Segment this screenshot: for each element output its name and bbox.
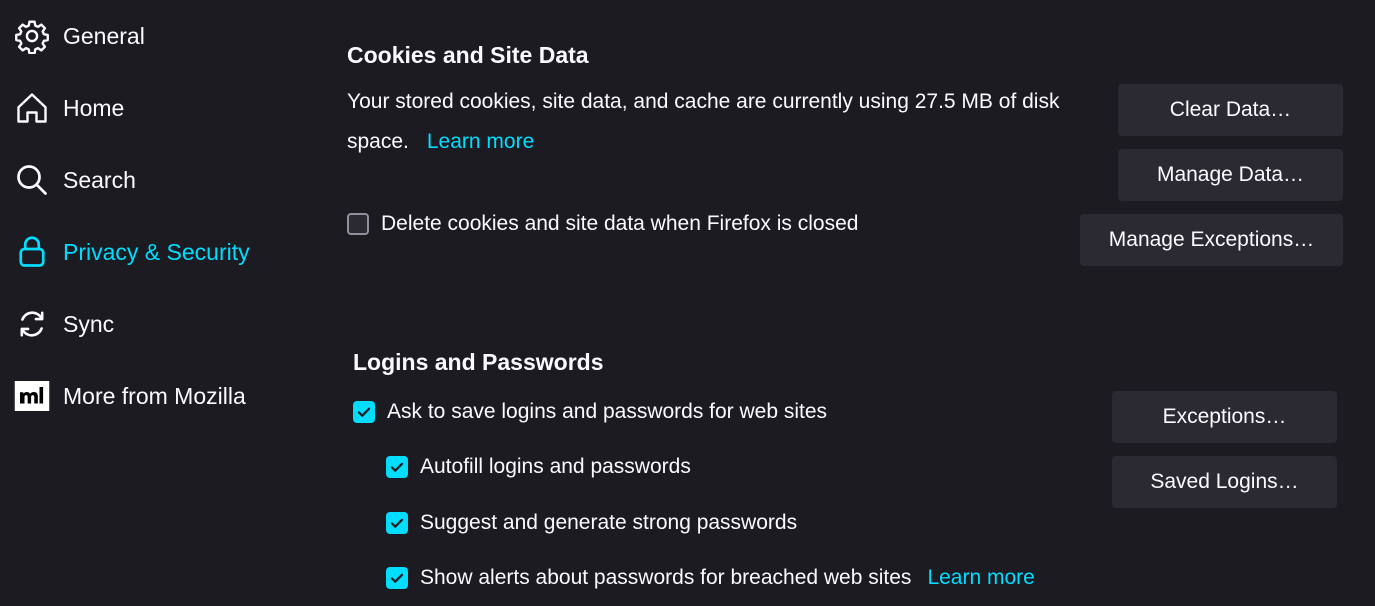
manage-exceptions-button[interactable]: Manage Exceptions… xyxy=(1080,214,1343,266)
delete-cookies-checkbox[interactable] xyxy=(347,213,369,235)
suggest-passwords-row[interactable]: Suggest and generate strong passwords xyxy=(386,511,797,535)
home-icon xyxy=(14,90,50,126)
sidebar-item-privacy-security[interactable]: Privacy & Security xyxy=(14,232,250,272)
autofill-checkbox[interactable] xyxy=(386,456,408,478)
sidebar-item-home[interactable]: Home xyxy=(14,88,124,128)
suggest-passwords-label: Suggest and generate strong passwords xyxy=(420,511,798,534)
ask-to-save-row[interactable]: Ask to save logins and passwords for web… xyxy=(353,400,827,424)
sync-icon xyxy=(14,306,50,342)
autofill-row[interactable]: Autofill logins and passwords xyxy=(386,455,691,479)
sidebar-item-label: Sync xyxy=(63,310,115,337)
ask-to-save-label: Ask to save logins and passwords for web… xyxy=(387,400,828,423)
breach-alerts-learn-more-link[interactable]: Learn more xyxy=(927,566,1034,590)
sidebar-item-label: Search xyxy=(63,166,136,193)
suggest-passwords-checkbox[interactable] xyxy=(386,512,408,534)
ask-to-save-checkbox[interactable] xyxy=(353,401,375,423)
checkmark-icon xyxy=(390,462,404,472)
sidebar-item-search[interactable]: Search xyxy=(14,160,136,200)
sidebar-item-label: General xyxy=(63,22,145,49)
breach-alerts-row[interactable]: Show alerts about passwords for breached… xyxy=(386,566,1035,590)
clear-data-button[interactable]: Clear Data… xyxy=(1118,84,1343,136)
sidebar-item-general[interactable]: General xyxy=(14,16,145,56)
logins-section-title: Logins and Passwords xyxy=(353,349,604,375)
checkmark-icon xyxy=(390,518,404,528)
gear-icon xyxy=(14,18,50,54)
cookies-section-title: Cookies and Site Data xyxy=(347,42,589,68)
sidebar-item-label: More from Mozilla xyxy=(63,382,246,409)
cookies-description: Your stored cookies, site data, and cach… xyxy=(347,82,1067,162)
sidebar: General Home Search Privacy & Security S… xyxy=(0,0,300,606)
logins-exceptions-button[interactable]: Exceptions… xyxy=(1112,391,1337,443)
delete-cookies-label: Delete cookies and site data when Firefo… xyxy=(381,212,859,235)
autofill-label: Autofill logins and passwords xyxy=(420,455,691,478)
sidebar-item-more-from-mozilla[interactable]: More from Mozilla xyxy=(14,376,246,416)
checkmark-icon xyxy=(390,573,404,583)
search-icon xyxy=(14,162,50,198)
lock-icon xyxy=(14,234,50,270)
sidebar-item-label: Home xyxy=(63,94,125,121)
mozilla-icon xyxy=(14,378,50,414)
cookies-learn-more-link[interactable]: Learn more xyxy=(427,130,534,153)
sidebar-item-sync[interactable]: Sync xyxy=(14,304,114,344)
breach-alerts-label: Show alerts about passwords for breached… xyxy=(420,566,912,589)
sidebar-item-label: Privacy & Security xyxy=(63,238,250,265)
checkmark-icon xyxy=(357,407,371,417)
breach-alerts-checkbox[interactable] xyxy=(386,567,408,589)
delete-cookies-on-close-row[interactable]: Delete cookies and site data when Firefo… xyxy=(347,212,858,236)
manage-data-button[interactable]: Manage Data… xyxy=(1118,149,1343,201)
saved-logins-button[interactable]: Saved Logins… xyxy=(1112,456,1337,508)
